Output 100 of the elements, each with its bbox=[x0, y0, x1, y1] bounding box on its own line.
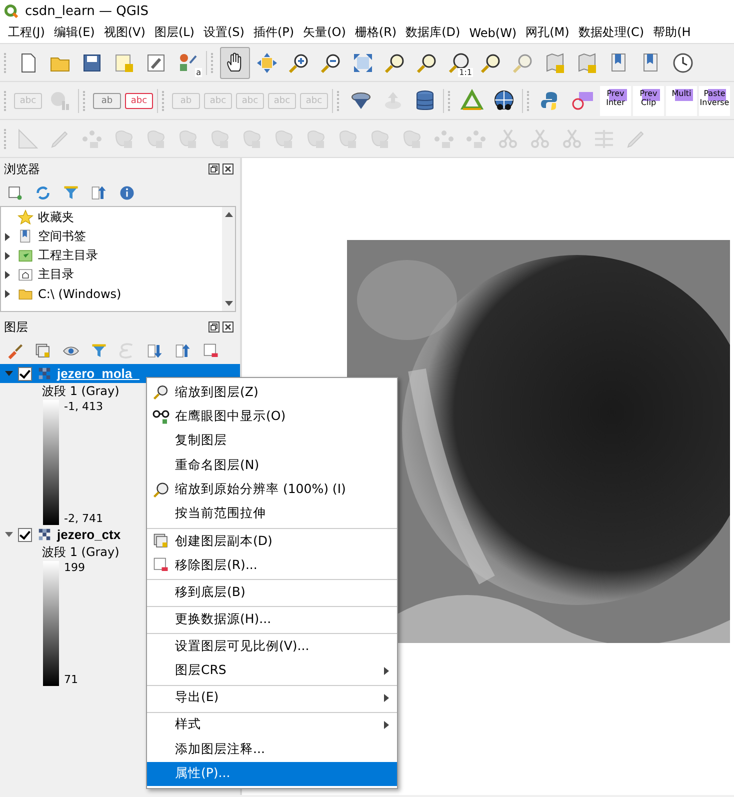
menu-item[interactable]: 属性(P)... bbox=[147, 762, 397, 786]
collapse-arrow-icon[interactable] bbox=[5, 371, 13, 376]
expand-arrow-icon[interactable] bbox=[4, 252, 10, 260]
tree-label: 主目录 bbox=[38, 266, 74, 283]
menu-item[interactable]: 图层(L) bbox=[154, 24, 194, 41]
expand-arrow-icon[interactable] bbox=[4, 232, 10, 240]
checkbox[interactable] bbox=[18, 528, 32, 542]
magnifier-icon bbox=[152, 480, 170, 499]
collapse-arrow-icon[interactable] bbox=[5, 532, 13, 537]
legend-value: 71 bbox=[64, 673, 79, 686]
expand-tree-icon bbox=[146, 342, 164, 360]
scissors-icon bbox=[528, 126, 552, 150]
tree-label: C:\ (Windows) bbox=[38, 286, 122, 300]
tree-label: 空间书签 bbox=[38, 228, 86, 245]
glasses-icon bbox=[152, 408, 170, 426]
raster-layer-icon bbox=[37, 527, 52, 542]
menu-item[interactable]: 编辑(E) bbox=[54, 24, 95, 41]
menu-item[interactable]: 帮助(H bbox=[653, 24, 691, 41]
plugin-button[interactable]: Multi bbox=[666, 86, 697, 116]
menu-item[interactable]: 在鹰眼图中显示(O) bbox=[147, 404, 397, 429]
window-title: csdn_learn — QGIS bbox=[25, 4, 148, 18]
scissors-icon bbox=[496, 126, 520, 150]
tool-button[interactable]: a bbox=[173, 46, 203, 78]
close-button[interactable] bbox=[222, 321, 234, 333]
collapse-tree-icon bbox=[174, 342, 192, 360]
band-label: 波段 1 (Gray) bbox=[42, 384, 120, 398]
panel-title: 图层 bbox=[4, 318, 28, 336]
pan-button[interactable] bbox=[220, 46, 250, 78]
magnifier-icon bbox=[447, 50, 471, 74]
scroll-up-icon[interactable] bbox=[224, 212, 232, 217]
submenu-arrow-icon bbox=[384, 694, 389, 702]
label-tool-button[interactable]: ab bbox=[93, 92, 121, 108]
restore-icon bbox=[208, 163, 220, 175]
menu-item[interactable]: 设置(S) bbox=[204, 24, 244, 41]
restore-icon bbox=[208, 321, 220, 333]
layer-name: jezero_ctx bbox=[57, 527, 121, 542]
remove-layer-icon bbox=[202, 342, 220, 360]
scroll-down-icon[interactable] bbox=[224, 301, 232, 306]
icon-label: 1:1 bbox=[458, 68, 473, 76]
plugin-button[interactable]: Paste Inverse bbox=[699, 86, 730, 116]
legend-value: -1, 413 bbox=[64, 400, 103, 413]
menu-item[interactable]: 图层CRS bbox=[147, 658, 397, 686]
star-icon bbox=[17, 209, 34, 226]
scissors-icon bbox=[560, 126, 584, 150]
tree-label: 工程主目录 bbox=[38, 247, 98, 264]
tree-item[interactable]: 主目录 bbox=[1, 265, 222, 284]
legend-value: 199 bbox=[64, 561, 85, 574]
menu-item[interactable]: 移到底层(B) bbox=[147, 580, 397, 608]
plugin-button[interactable]: Prev Clip bbox=[633, 86, 664, 116]
menu-item[interactable]: 添加图层注释... bbox=[147, 737, 397, 762]
tree-item[interactable]: 工程主目录 bbox=[1, 246, 222, 265]
raster-layer-icon bbox=[37, 366, 52, 381]
menu-item[interactable]: 移除图层(R)... bbox=[147, 553, 397, 580]
menu-item[interactable]: 数据处理(C) bbox=[578, 24, 644, 41]
menu-item[interactable]: 缩放到图层(Z) bbox=[147, 380, 397, 404]
tool-button[interactable]: 1:1 bbox=[444, 46, 474, 78]
app-logo-icon bbox=[4, 4, 19, 18]
legend-value: -2, 741 bbox=[64, 512, 103, 525]
label-tool-button[interactable]: abc bbox=[125, 92, 153, 108]
menu-item[interactable]: 重命名图层(N) bbox=[147, 453, 397, 478]
tree-item[interactable]: 空间书签 bbox=[1, 227, 222, 246]
menu-item[interactable]: 更换数据源(H)... bbox=[147, 607, 397, 634]
refresh-icon bbox=[34, 184, 52, 202]
close-icon bbox=[222, 163, 234, 175]
menu-item[interactable]: Web(W) bbox=[469, 26, 517, 40]
expand-arrow-icon[interactable] bbox=[4, 270, 10, 278]
tree-item[interactable]: C:\ (Windows) bbox=[1, 284, 222, 303]
expand-arrow-icon[interactable] bbox=[4, 290, 10, 298]
menu-item[interactable]: 网孔(M) bbox=[526, 24, 570, 41]
menu-item[interactable]: 栅格(R) bbox=[354, 24, 397, 41]
menu-item[interactable]: 矢量(O) bbox=[303, 24, 346, 41]
submenu-arrow-icon bbox=[384, 720, 389, 729]
tree-item[interactable]: 收藏夹 bbox=[1, 208, 222, 227]
menu-item[interactable]: 数据库(D) bbox=[406, 24, 460, 41]
menu-item[interactable]: 视图(V) bbox=[104, 24, 146, 41]
submenu-arrow-icon bbox=[384, 666, 389, 675]
menu-item[interactable]: 复制图层 bbox=[147, 428, 397, 454]
filter-icon bbox=[90, 342, 108, 360]
float-button[interactable] bbox=[208, 163, 220, 175]
band-label: 波段 1 (Gray) bbox=[42, 545, 120, 559]
duplicate-layer-icon bbox=[152, 532, 170, 550]
arrows-icon bbox=[255, 50, 279, 74]
plugin-button[interactable]: Prev Inter bbox=[600, 86, 631, 116]
float-button[interactable] bbox=[208, 321, 220, 333]
menu-item[interactable]: 工程(J) bbox=[8, 24, 45, 41]
brush-icon bbox=[6, 342, 24, 360]
menu-item[interactable]: 样式 bbox=[147, 712, 397, 738]
collapse-tree-icon bbox=[90, 184, 108, 202]
menu-item[interactable]: 插件(P) bbox=[253, 24, 294, 41]
duplicate-layer-icon bbox=[34, 342, 52, 360]
scrollbar[interactable] bbox=[222, 207, 235, 311]
menu-item[interactable]: 导出(E) bbox=[147, 686, 397, 713]
menu-item[interactable]: 创建图层副本(D) bbox=[147, 528, 397, 554]
menu-item[interactable]: 设置图层可见比例(V)... bbox=[147, 634, 397, 659]
ruler-icon bbox=[16, 126, 40, 150]
close-button[interactable] bbox=[222, 163, 234, 175]
menu-item[interactable]: 按当前范围拉伸 bbox=[147, 502, 397, 529]
info-icon bbox=[118, 184, 136, 202]
menu-item[interactable]: 缩放到原始分辨率 (100%) (I) bbox=[147, 478, 397, 502]
checkbox[interactable] bbox=[18, 366, 32, 380]
